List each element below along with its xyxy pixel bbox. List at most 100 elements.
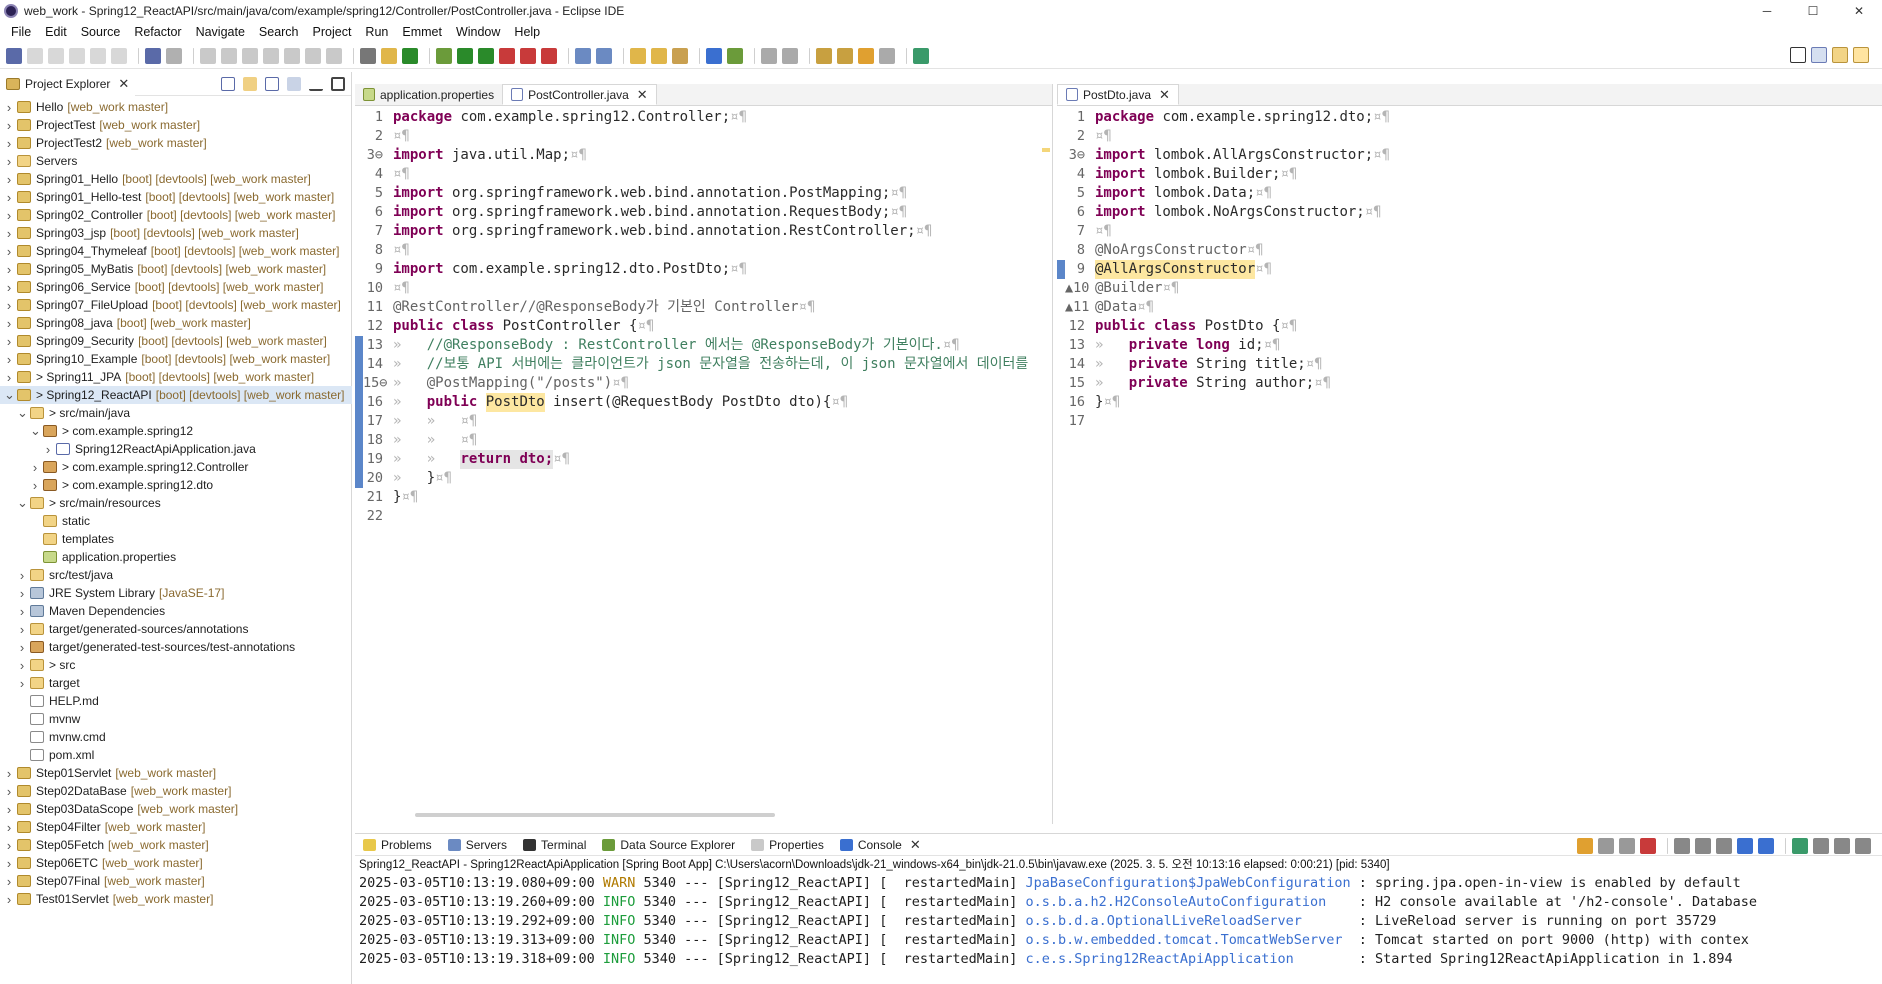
menu-help[interactable]: Help [507,25,547,39]
menu-file[interactable]: File [4,25,38,39]
console-action-icon[interactable] [1834,838,1850,854]
tree-item[interactable]: mvnw.cmd [0,728,352,746]
post-controller-code[interactable]: 1 package com.example.spring12.Controller… [355,108,1034,806]
console-action-icon[interactable] [1619,838,1635,854]
log-logger-link[interactable]: JpaBaseConfiguration$JpaWebConfiguration [1026,874,1351,893]
toolbar-button-icon[interactable] [200,47,216,64]
toolbar-button-icon[interactable] [837,47,853,64]
close-icon[interactable]: ✕ [118,76,129,92]
tree-item[interactable]: › Spring08_java [boot] [web_work master] [0,314,352,332]
toolbar-button-icon[interactable] [145,47,161,64]
post-dto-code[interactable]: 1 package com.example.spring12.dto; ¤¶ 2 ¤¶ 3… [1057,108,1864,806]
collapsed-chevron-icon[interactable]: › [17,604,27,619]
menu-search[interactable]: Search [252,25,306,39]
debug-perspective-icon[interactable] [1853,47,1869,63]
close-window-button[interactable]: ✕ [1836,0,1882,22]
menu-window[interactable]: Window [449,25,507,39]
tree-item[interactable]: › Spring01_Hello-test [boot] [devtools] [w… [0,188,352,206]
tree-item[interactable]: › Step02DataBase [web_work master] [0,782,352,800]
maximize-view-icon[interactable] [331,77,345,91]
tab-problems[interactable]: Problems [355,834,440,856]
tab-console[interactable]: Console ✕ [832,834,929,856]
toolbar-button-icon[interactable] [284,47,300,64]
tab-postcontroller-java[interactable]: PostController.java ✕ [502,84,657,105]
toolbar-button-icon[interactable] [706,47,722,64]
console-action-icon[interactable] [1758,838,1774,854]
toolbar-button-icon[interactable] [575,47,591,64]
collapsed-chevron-icon[interactable]: › [4,226,14,241]
toolbar-button-icon[interactable] [858,47,874,64]
collapsed-chevron-icon[interactable]: › [17,640,27,655]
tree-item[interactable]: › > com.example.spring12.Controller [0,458,352,476]
collapsed-chevron-icon[interactable]: › [4,118,14,133]
collapse-all-icon[interactable] [221,77,235,91]
tab-servers[interactable]: Servers [440,834,515,856]
toolbar-button-icon[interactable] [651,47,667,64]
tree-item[interactable]: ⌄ > src/main/resources [0,494,352,512]
tab-application-properties[interactable]: application.properties [355,84,502,105]
tree-item[interactable]: › target/generated-sources/annotations [0,620,352,638]
menu-emmet[interactable]: Emmet [395,25,449,39]
collapsed-chevron-icon[interactable]: › [17,586,27,601]
expanded-chevron-icon[interactable]: ⌄ [17,495,28,511]
tree-item[interactable]: › Spring05_MyBatis [boot] [devtools] [web_… [0,260,352,278]
filter-icon[interactable] [265,77,279,91]
collapsed-chevron-icon[interactable]: › [4,784,14,799]
tab-terminal[interactable]: Terminal [515,834,594,856]
menu-source[interactable]: Source [74,25,128,39]
toolbar-button-icon[interactable] [27,47,43,64]
tree-item[interactable]: › Spring04_Thymeleaf [boot] [devtools] [we… [0,242,352,260]
toolbar-button-icon[interactable] [90,47,106,64]
tab-project-explorer[interactable]: Project Explorer ✕ [0,71,136,96]
collapsed-chevron-icon[interactable]: › [4,244,14,259]
tree-item[interactable]: ⌄ > src/main/java [0,404,352,422]
tree-item[interactable]: › Spring12ReactApiApplication.java [0,440,352,458]
toolbar-button-icon[interactable] [69,47,85,64]
menu-navigate[interactable]: Navigate [189,25,252,39]
console-action-icon[interactable] [1737,838,1753,854]
tree-item[interactable]: mvnw [0,710,352,728]
left-editor-hscroll[interactable] [355,806,1034,824]
console-action-icon[interactable] [1792,838,1808,854]
tree-item[interactable]: › > com.example.spring12.dto [0,476,352,494]
tree-item[interactable]: › Spring07_FileUpload [boot] [devtools] [w… [0,296,352,314]
collapsed-chevron-icon[interactable]: › [4,298,14,313]
collapsed-chevron-icon[interactable]: › [4,820,14,835]
collapsed-chevron-icon[interactable]: › [4,316,14,331]
toolbar-button-icon[interactable] [499,47,515,64]
link-with-editor-icon[interactable] [243,77,257,91]
right-editor-vscroll[interactable] [1864,108,1882,806]
tree-item[interactable]: › Step05Fetch [web_work master] [0,836,352,854]
console-action-icon[interactable] [1674,838,1690,854]
left-editor-hscroll-thumb[interactable] [415,813,775,817]
collapsed-chevron-icon[interactable]: › [4,154,14,169]
toolbar-button-icon[interactable] [221,47,237,64]
tree-item[interactable]: › Maven Dependencies [0,602,352,620]
expanded-chevron-icon[interactable]: ⌄ [17,405,28,421]
toolbar-button-icon[interactable] [48,47,64,64]
collapsed-chevron-icon[interactable]: › [30,460,40,475]
right-editor-hscroll[interactable] [1057,806,1864,824]
toolbar-button-icon[interactable] [166,47,182,64]
collapsed-chevron-icon[interactable]: › [4,892,14,907]
tree-item[interactable]: › Spring03_jsp [boot] [devtools] [web_work… [0,224,352,242]
tree-item[interactable]: ⌄ > com.example.spring12 [0,422,352,440]
tree-item[interactable]: › Servers [0,152,352,170]
collapsed-chevron-icon[interactable]: › [17,676,27,691]
view-menu-icon[interactable] [287,77,301,91]
console-action-icon[interactable] [1855,838,1871,854]
expanded-chevron-icon[interactable]: ⌄ [4,387,15,403]
toolbar-button-icon[interactable] [305,47,321,64]
tree-item[interactable]: pom.xml [0,746,352,764]
close-icon[interactable]: ✕ [637,87,648,103]
console-output[interactable]: 2025-03-05T10:13:19.080+09:00 WARN 5340 … [355,874,1882,969]
toolbar-button-icon[interactable] [242,47,258,64]
collapsed-chevron-icon[interactable]: › [4,838,14,853]
expanded-chevron-icon[interactable]: ⌄ [30,423,41,439]
collapsed-chevron-icon[interactable]: › [4,334,14,349]
toolbar-button-icon[interactable] [520,47,536,64]
perspective-icon[interactable] [1811,47,1827,63]
tree-item[interactable]: › target/generated-test-sources/test-anno… [0,638,352,656]
console-action-icon[interactable] [1598,838,1614,854]
toolbar-button-icon[interactable] [596,47,612,64]
